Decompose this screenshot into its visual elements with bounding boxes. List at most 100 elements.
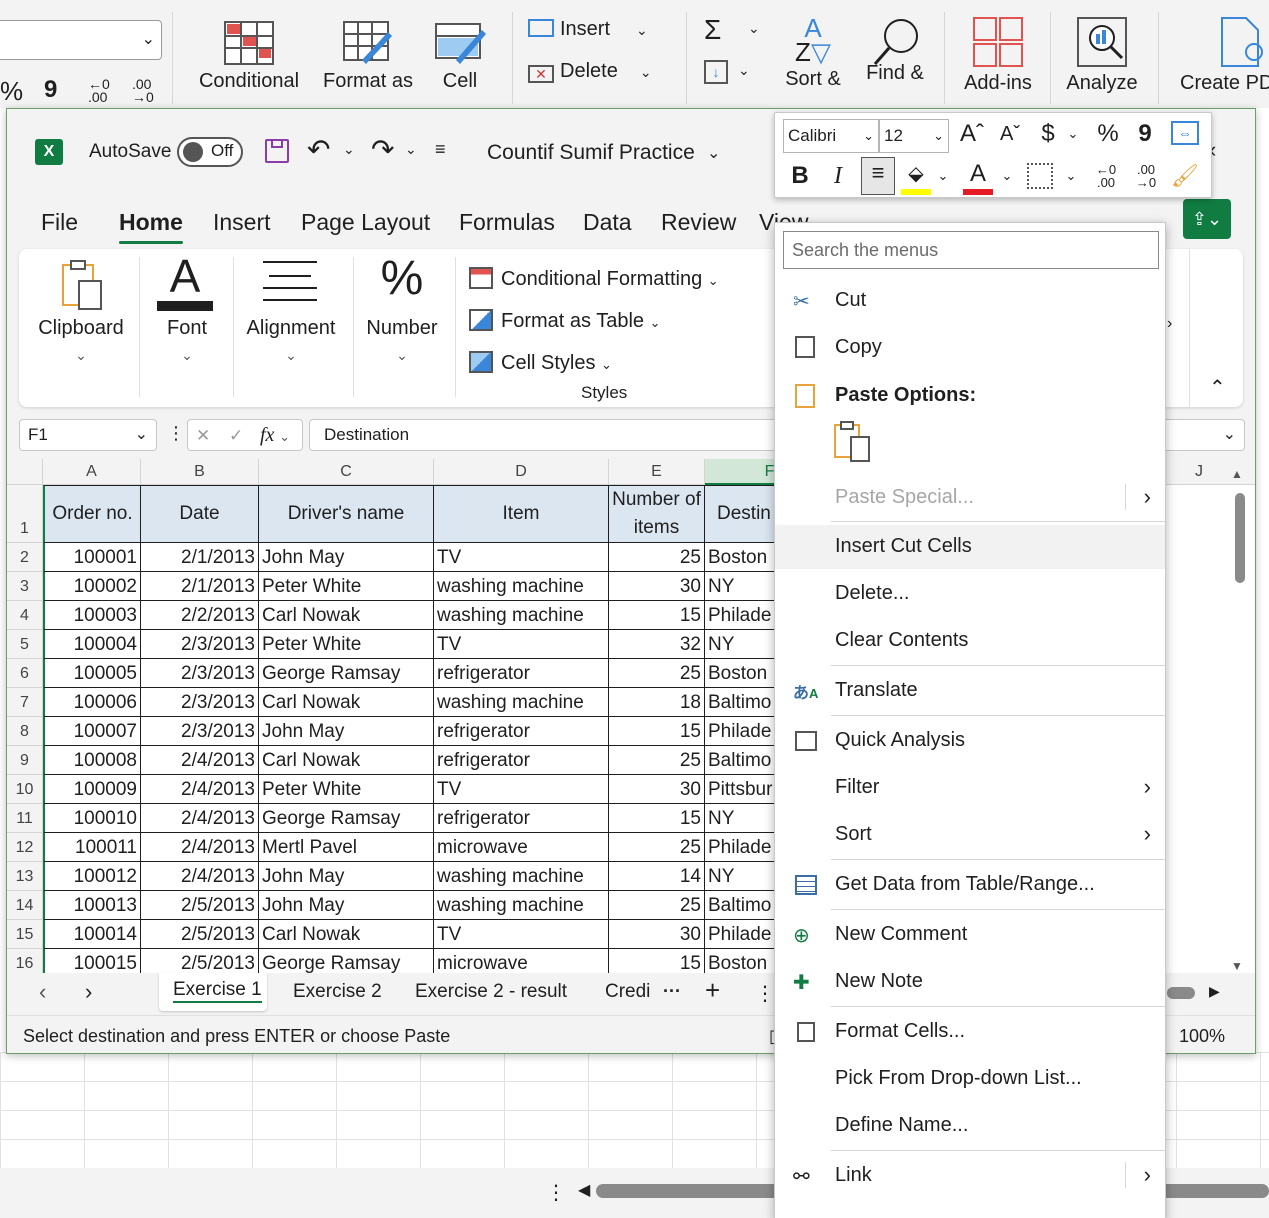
cell-date[interactable]: 2/3/2013 — [141, 630, 259, 659]
alignment-group[interactable]: Alignment ⌄ — [239, 249, 343, 407]
chevron-down-icon[interactable]: ⌄ — [738, 62, 750, 79]
menu-item-quick-analysis[interactable]: Quick Analysis — [775, 719, 1165, 763]
row-header[interactable]: 14 — [7, 891, 43, 920]
cell-destination[interactable]: NY — [705, 572, 785, 601]
scroll-right-icon[interactable]: ▶ — [1209, 983, 1220, 1000]
row-header[interactable]: 5 — [7, 630, 43, 659]
cell-destination[interactable]: Philade — [705, 717, 785, 746]
cell-driver-name[interactable]: Peter White — [259, 630, 434, 659]
fill-down-icon[interactable]: ↓ — [704, 60, 728, 84]
row-header[interactable]: 3 — [7, 572, 43, 601]
menu-item-copy[interactable]: Copy — [775, 326, 1165, 370]
more-sheets-icon[interactable]: ··· — [663, 981, 681, 1002]
menu-item-new-note[interactable]: ✚ New Note — [775, 960, 1165, 1004]
cell-item[interactable]: washing machine — [434, 891, 609, 920]
cell-destination[interactable]: Pittsbur — [705, 775, 785, 804]
chevron-down-icon[interactable]: ⌄ — [343, 141, 355, 158]
bg-format-dropdown[interactable]: ⌄ — [0, 20, 162, 60]
menu-item-define-name[interactable]: Define Name... — [775, 1104, 1165, 1148]
cell-destination[interactable]: Baltimo — [705, 688, 785, 717]
menu-item-sort[interactable]: Sort › — [775, 813, 1165, 857]
cell-destination[interactable]: Philade — [705, 920, 785, 949]
cell-number-of-items[interactable]: 15 — [609, 804, 705, 833]
cell-destination[interactable]: NY — [705, 862, 785, 891]
bold-button[interactable]: B — [787, 161, 813, 191]
cell-driver-name[interactable]: George Ramsay — [259, 659, 434, 688]
tab-data[interactable]: Data — [583, 209, 632, 236]
merge-center-icon[interactable]: ⇔ — [1171, 121, 1199, 145]
cell-order-no[interactable]: 100007 — [43, 717, 141, 746]
cell-order-no[interactable]: 100015 — [43, 949, 141, 973]
select-all-corner[interactable] — [7, 459, 43, 485]
sheet-tab-credi[interactable]: Credi — [605, 981, 650, 1003]
previous-sheet-icon[interactable]: ‹ — [39, 979, 46, 1005]
cell-item[interactable]: washing machine — [434, 688, 609, 717]
cell-item[interactable]: refrigerator — [434, 717, 609, 746]
column-header-d[interactable]: D — [434, 459, 609, 485]
row-header[interactable]: 6 — [7, 659, 43, 688]
clipboard-group[interactable]: Clipboard ⌄ — [31, 249, 131, 407]
menu-item-get-data[interactable]: Get Data from Table/Range... — [775, 863, 1165, 907]
autosum-icon[interactable]: Σ — [704, 14, 721, 46]
paste-button[interactable] — [833, 421, 877, 465]
cell-date[interactable]: 2/4/2013 — [141, 775, 259, 804]
row-header[interactable]: 8 — [7, 717, 43, 746]
cell-destination[interactable]: NY — [705, 630, 785, 659]
cell-item[interactable]: washing machine — [434, 862, 609, 891]
menu-item-pick-dropdown[interactable]: Pick From Drop-down List... — [775, 1057, 1165, 1101]
tab-formulas[interactable]: Formulas — [459, 209, 555, 236]
expand-formula-bar-icon[interactable]: ⌄ — [1223, 420, 1236, 450]
header-cell-date[interactable]: Date — [141, 485, 259, 543]
cell-date[interactable]: 2/5/2013 — [141, 949, 259, 973]
increase-font-size-icon[interactable]: Aˆ — [957, 119, 987, 149]
collapse-ribbon-icon[interactable]: ⌃ — [1209, 375, 1226, 400]
next-sheet-icon[interactable]: › — [85, 979, 92, 1005]
row-header[interactable]: 7 — [7, 688, 43, 717]
cell-date[interactable]: 2/3/2013 — [141, 717, 259, 746]
chevron-down-icon[interactable]: ⌄ — [999, 161, 1015, 191]
cell-driver-name[interactable]: John May — [259, 891, 434, 920]
cell-number-of-items[interactable]: 14 — [609, 862, 705, 891]
chevron-down-icon[interactable]: ⌄ — [1065, 119, 1081, 149]
cell-order-no[interactable]: 100003 — [43, 601, 141, 630]
bg-increase-decimal-icon[interactable]: ←0.00 — [88, 77, 110, 104]
header-cell-driver-name[interactable]: Driver's name — [259, 485, 434, 543]
cell-destination[interactable]: Philade — [705, 601, 785, 630]
cell-driver-name[interactable]: John May — [259, 862, 434, 891]
undo-icon[interactable]: ↶ — [307, 133, 330, 166]
scroll-down-icon[interactable]: ▼ — [1231, 959, 1243, 973]
bg-addins-button[interactable]: Add-ins — [956, 16, 1040, 95]
cell-number-of-items[interactable]: 25 — [609, 659, 705, 688]
font-color-icon[interactable]: A — [963, 159, 993, 195]
cancel-icon[interactable]: ✕ — [196, 426, 210, 445]
row-header[interactable]: 12 — [7, 833, 43, 862]
bg-cell-styles-button[interactable]: Cell — [430, 20, 490, 93]
column-header-b[interactable]: B — [141, 459, 259, 485]
menu-item-delete[interactable]: Delete... — [775, 572, 1165, 616]
cell-item[interactable]: TV — [434, 630, 609, 659]
cell-item[interactable]: refrigerator — [434, 746, 609, 775]
cell-order-no[interactable]: 100009 — [43, 775, 141, 804]
autosave-toggle[interactable]: Off — [177, 137, 243, 167]
cell-date[interactable]: 2/3/2013 — [141, 659, 259, 688]
row-header[interactable]: 16 — [7, 949, 43, 973]
column-header-e[interactable]: E — [609, 459, 705, 485]
more-options-icon[interactable]: ⋮ — [167, 423, 185, 444]
cell-date[interactable]: 2/1/2013 — [141, 543, 259, 572]
menu-item-format-cells[interactable]: Format Cells... — [775, 1010, 1165, 1054]
cell-driver-name[interactable]: Carl Nowak — [259, 688, 434, 717]
cell-order-no[interactable]: 100006 — [43, 688, 141, 717]
column-header-c[interactable]: C — [259, 459, 434, 485]
cell-number-of-items[interactable]: 32 — [609, 630, 705, 659]
cell-driver-name[interactable]: John May — [259, 717, 434, 746]
redo-icon[interactable]: ↷ — [371, 133, 394, 166]
menu-item-new-comment[interactable]: ⊕ New Comment — [775, 913, 1165, 957]
header-cell-item[interactable]: Item — [434, 485, 609, 543]
tab-home[interactable]: Home — [119, 209, 183, 244]
font-group[interactable]: A Font ⌄ — [147, 249, 227, 407]
menu-item-insert-cut-cells[interactable]: Insert Cut Cells — [775, 525, 1165, 569]
menu-item-clear-contents[interactable]: Clear Contents — [775, 619, 1165, 663]
bg-insert-button[interactable]: Insert ⌄ — [528, 18, 648, 41]
cell-destination[interactable]: Boston — [705, 543, 785, 572]
cell-order-no[interactable]: 100010 — [43, 804, 141, 833]
